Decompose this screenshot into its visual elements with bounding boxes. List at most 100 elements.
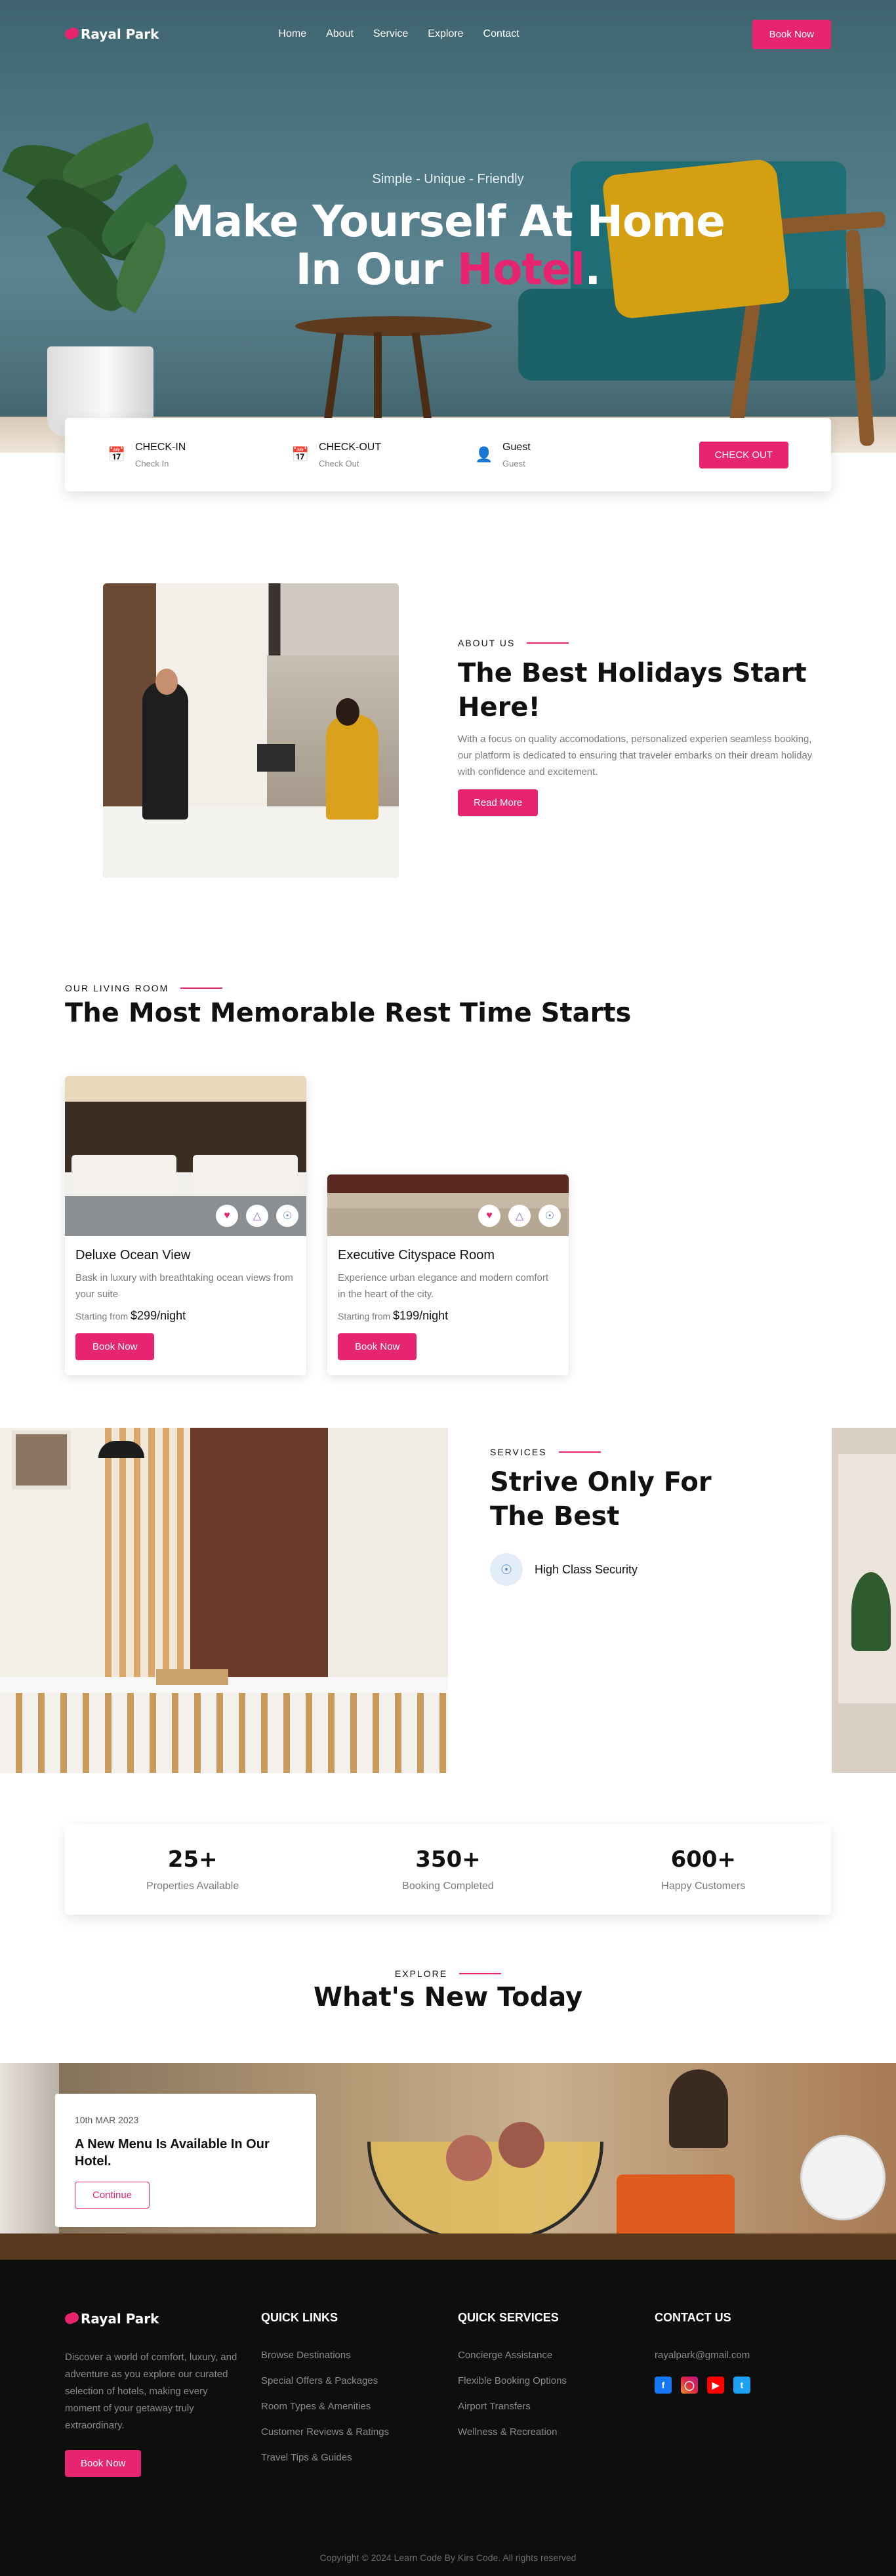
service-label: High Class Security (535, 1562, 638, 1576)
room-price-prefix: Starting from (75, 1311, 129, 1321)
tag-line (180, 987, 223, 989)
checkin-placeholder: Check In (135, 458, 169, 468)
checkin-field[interactable]: 📅 CHECK-IN Check In (108, 442, 291, 468)
twitter-icon[interactable]: t (733, 2377, 750, 2394)
facebook-icon[interactable]: f (655, 2377, 672, 2394)
news-card: 10th MAR 2023 A New Menu Is Available In… (55, 2094, 316, 2227)
footer-book-now-button[interactable]: Book Now (65, 2450, 142, 2477)
tag-line (459, 1973, 502, 1974)
explore-title: What's New Today (313, 1982, 583, 2012)
brand-logo[interactable]: Rayal Park (65, 26, 159, 42)
room-image: ♥ △ ☉ (65, 1076, 306, 1236)
heart-icon[interactable]: ♥ (216, 1205, 238, 1227)
read-more-button[interactable]: Read More (458, 789, 539, 816)
room-book-now-button[interactable]: Book Now (75, 1333, 155, 1360)
room-description: Experience urban elegance and modern com… (338, 1272, 549, 1300)
about-image-monitor (257, 744, 295, 772)
pool-icon[interactable]: △ (246, 1205, 268, 1227)
checkout-field[interactable]: 📅 CHECK-OUT Check Out (291, 442, 475, 468)
stat-item: 25+ Properties Available (65, 1846, 320, 1892)
stat-value: 25+ (167, 1846, 218, 1873)
booking-bar: 📅 CHECK-IN Check In 📅 CHECK-OUT Check Ou… (65, 418, 831, 491)
news-date: 10th MAR 2023 (75, 2115, 139, 2125)
about-title: The Best Holidays Start Here! (458, 658, 807, 722)
services-title: Strive Only For The Best (490, 1467, 712, 1531)
explore-image-beet (446, 2135, 492, 2181)
nav-link-explore[interactable]: Explore (428, 28, 463, 40)
footer-link[interactable]: Concierge Assistance (458, 2350, 567, 2361)
rooms-header: OUR LIVING ROOM The Most Memorable Rest … (65, 983, 631, 1030)
services-image-reception-sign (156, 1669, 228, 1685)
room-book-now-button[interactable]: Book Now (338, 1333, 417, 1360)
user-icon: 👤 (475, 446, 493, 463)
shield-icon: ☉ (490, 1553, 523, 1586)
continue-button[interactable]: Continue (75, 2182, 150, 2209)
hero-subtitle: Simple - Unique - Friendly (372, 172, 524, 186)
rooms-tag: OUR LIVING ROOM (65, 983, 631, 993)
footer-link[interactable]: Wellness & Recreation (458, 2426, 567, 2438)
check-out-button[interactable]: CHECK OUT (699, 441, 788, 468)
room-image: ♥ △ ☉ (327, 1174, 569, 1236)
services-image-desk (0, 1690, 448, 1773)
stat-item: 600+ Happy Customers (576, 1846, 831, 1892)
social-links: f ◯ ▶ t (655, 2377, 750, 2394)
explore-image-window (0, 2063, 59, 2260)
footer-quick-services-title: QUICK SERVICES (458, 2311, 559, 2324)
instagram-icon[interactable]: ◯ (681, 2377, 698, 2394)
about-description: With a focus on quality accomodations, p… (458, 734, 813, 778)
shield-icon[interactable]: ☉ (276, 1205, 298, 1227)
room-description: Bask in luxury with breathtaking ocean v… (75, 1272, 293, 1300)
footer-link[interactable]: Room Types & Amenities (261, 2401, 389, 2412)
about-tag: ABOUT US (458, 638, 825, 648)
room-price-value: $299/night (131, 1309, 186, 1322)
footer-link[interactable]: Customer Reviews & Ratings (261, 2426, 389, 2438)
services-tag: SERVICES (490, 1447, 792, 1457)
footer-quick-links-title: QUICK LINKS (261, 2311, 338, 2324)
room-price: Starting from $199/night (338, 1309, 558, 1323)
hero-title-pre: In Our (295, 244, 457, 295)
pool-icon[interactable]: △ (508, 1205, 531, 1227)
about-image-staff (142, 682, 188, 820)
room-icons: ♥ △ ☉ (216, 1205, 298, 1227)
room-icons: ♥ △ ☉ (478, 1205, 561, 1227)
stat-value: 350+ (415, 1846, 481, 1873)
room-price: Starting from $299/night (75, 1309, 296, 1323)
room-bed (71, 1155, 176, 1194)
youtube-icon[interactable]: ▶ (707, 2377, 724, 2394)
tag-line (558, 1451, 601, 1453)
footer-link[interactable]: Special Offers & Packages (261, 2375, 389, 2386)
about-tag-label: ABOUT US (458, 638, 516, 648)
footer-brand-name: Rayal Park (81, 2311, 159, 2327)
explore-image-beet (499, 2122, 544, 2168)
room-card: ♥ △ ☉ Executive Cityspace Room Experienc… (327, 1174, 569, 1375)
footer: Rayal Park Discover a world of comfort, … (0, 2260, 896, 2576)
checkout-label: CHECK-OUT (319, 441, 382, 453)
heart-icon[interactable]: ♥ (478, 1205, 500, 1227)
hero-section: Rayal Park Home About Service Explore Co… (0, 0, 896, 453)
stat-label: Properties Available (146, 1880, 239, 1892)
footer-quick-services: QUICK SERVICES Concierge Assistance Flex… (458, 2311, 567, 2438)
guest-field[interactable]: 👤 Guest Guest (475, 442, 659, 468)
footer-brand-logo[interactable]: Rayal Park (65, 2311, 243, 2327)
footer-quick-links: QUICK LINKS Browse Destinations Special … (261, 2311, 389, 2463)
nav-book-now-button[interactable]: Book Now (752, 19, 831, 49)
shield-icon[interactable]: ☉ (539, 1205, 561, 1227)
services-image-door (328, 1428, 448, 1690)
nav-link-contact[interactable]: Contact (483, 28, 519, 40)
footer-email[interactable]: rayalpark@gmail.com (655, 2350, 750, 2361)
stat-label: Booking Completed (402, 1880, 494, 1892)
footer-link[interactable]: Browse Destinations (261, 2350, 389, 2361)
footer-link[interactable]: Flexible Booking Options (458, 2375, 567, 2386)
rooms-title: The Most Memorable Rest Time Starts (65, 998, 632, 1028)
nav-link-service[interactable]: Service (373, 28, 408, 40)
calendar-icon: 📅 (108, 446, 126, 463)
stat-label: Happy Customers (661, 1880, 746, 1892)
room-title: Deluxe Ocean View (75, 1248, 191, 1262)
footer-link[interactable]: Airport Transfers (458, 2401, 567, 2412)
stat-value: 600+ (670, 1846, 737, 1873)
nav-link-home[interactable]: Home (278, 28, 306, 40)
nav-link-about[interactable]: About (326, 28, 354, 40)
calendar-icon: 📅 (291, 446, 310, 463)
footer-contact-title: CONTACT US (655, 2311, 731, 2324)
footer-link[interactable]: Travel Tips & Guides (261, 2452, 389, 2463)
